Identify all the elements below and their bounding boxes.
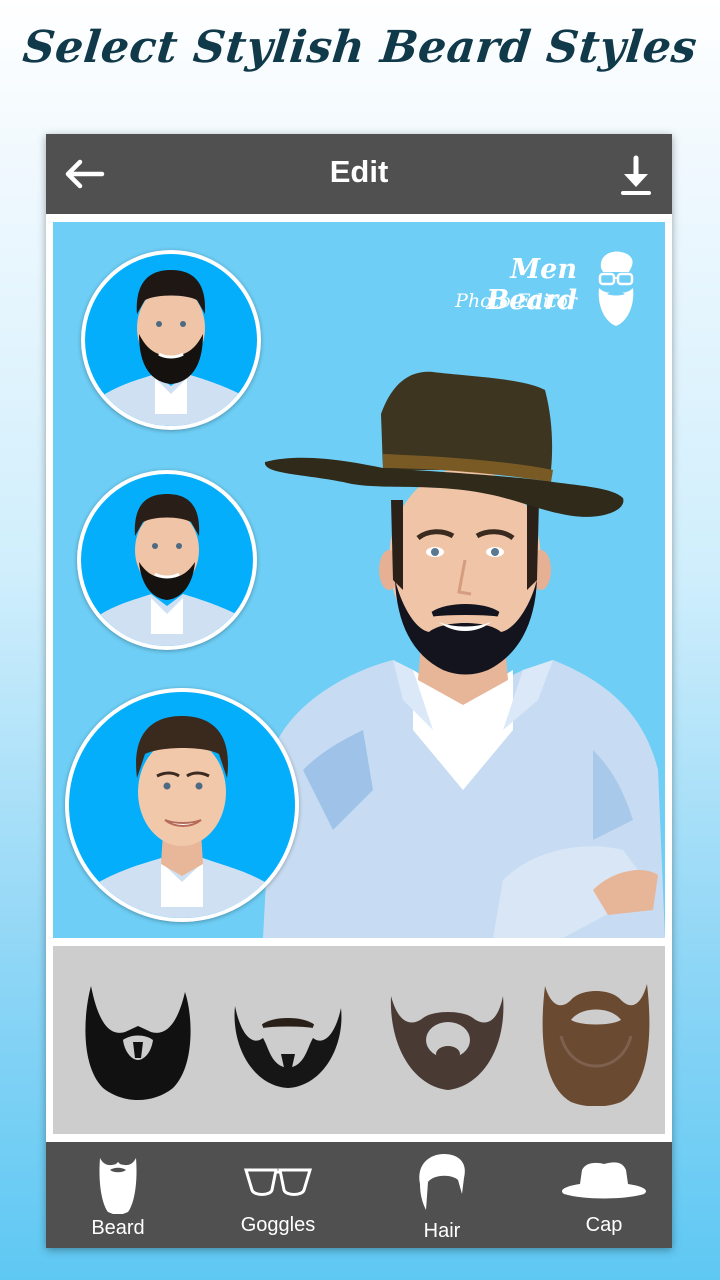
beard-style-1[interactable]: [73, 976, 203, 1106]
beard-style-3[interactable]: [383, 976, 513, 1106]
thumbnail-portrait: [89, 716, 275, 918]
download-button[interactable]: [618, 154, 654, 198]
beard-style-2[interactable]: [223, 976, 353, 1106]
app-screen: Edit Men Beard Photo Editor Beard Goggle…: [46, 134, 672, 1248]
thumbnail-full-beard[interactable]: [81, 250, 261, 430]
app-bar: Edit: [46, 134, 672, 214]
nav-beard[interactable]: Beard: [48, 1142, 188, 1248]
nav-goggles[interactable]: Goggles: [208, 1142, 348, 1248]
thumbnail-short-beard[interactable]: [77, 470, 257, 650]
thumbnail-original[interactable]: [65, 688, 299, 922]
nav-label: Cap: [585, 1214, 623, 1236]
app-logo: Men Beard Photo Editor: [417, 248, 647, 328]
beard-style-4[interactable]: [531, 976, 661, 1106]
nav-label: Goggles: [240, 1214, 316, 1236]
thumbnail-portrait: [95, 270, 247, 426]
bearded-man-icon: [598, 251, 634, 326]
beard-icon: [99, 1158, 137, 1214]
main-photo[interactable]: [263, 370, 665, 938]
beard-style-tray: [53, 946, 665, 1134]
edit-canvas[interactable]: Men Beard Photo Editor: [53, 222, 665, 938]
nav-label: Beard: [91, 1217, 145, 1239]
hair-icon: [419, 1154, 465, 1210]
nav-hair[interactable]: Hair: [372, 1142, 512, 1248]
bottom-nav: Beard Goggles Hair Cap: [46, 1142, 672, 1248]
download-icon: [621, 155, 651, 195]
nav-cap[interactable]: Cap: [534, 1142, 674, 1248]
goggles-icon: [243, 1168, 313, 1196]
thumbnail-portrait: [91, 494, 243, 646]
screen-title: Edit: [329, 154, 389, 189]
cap-icon: [561, 1162, 647, 1199]
promo-headline: Select Stylish Beard Styles: [20, 22, 700, 73]
nav-label: Hair: [423, 1220, 461, 1242]
logo-subtitle: Photo Editor: [455, 290, 577, 312]
